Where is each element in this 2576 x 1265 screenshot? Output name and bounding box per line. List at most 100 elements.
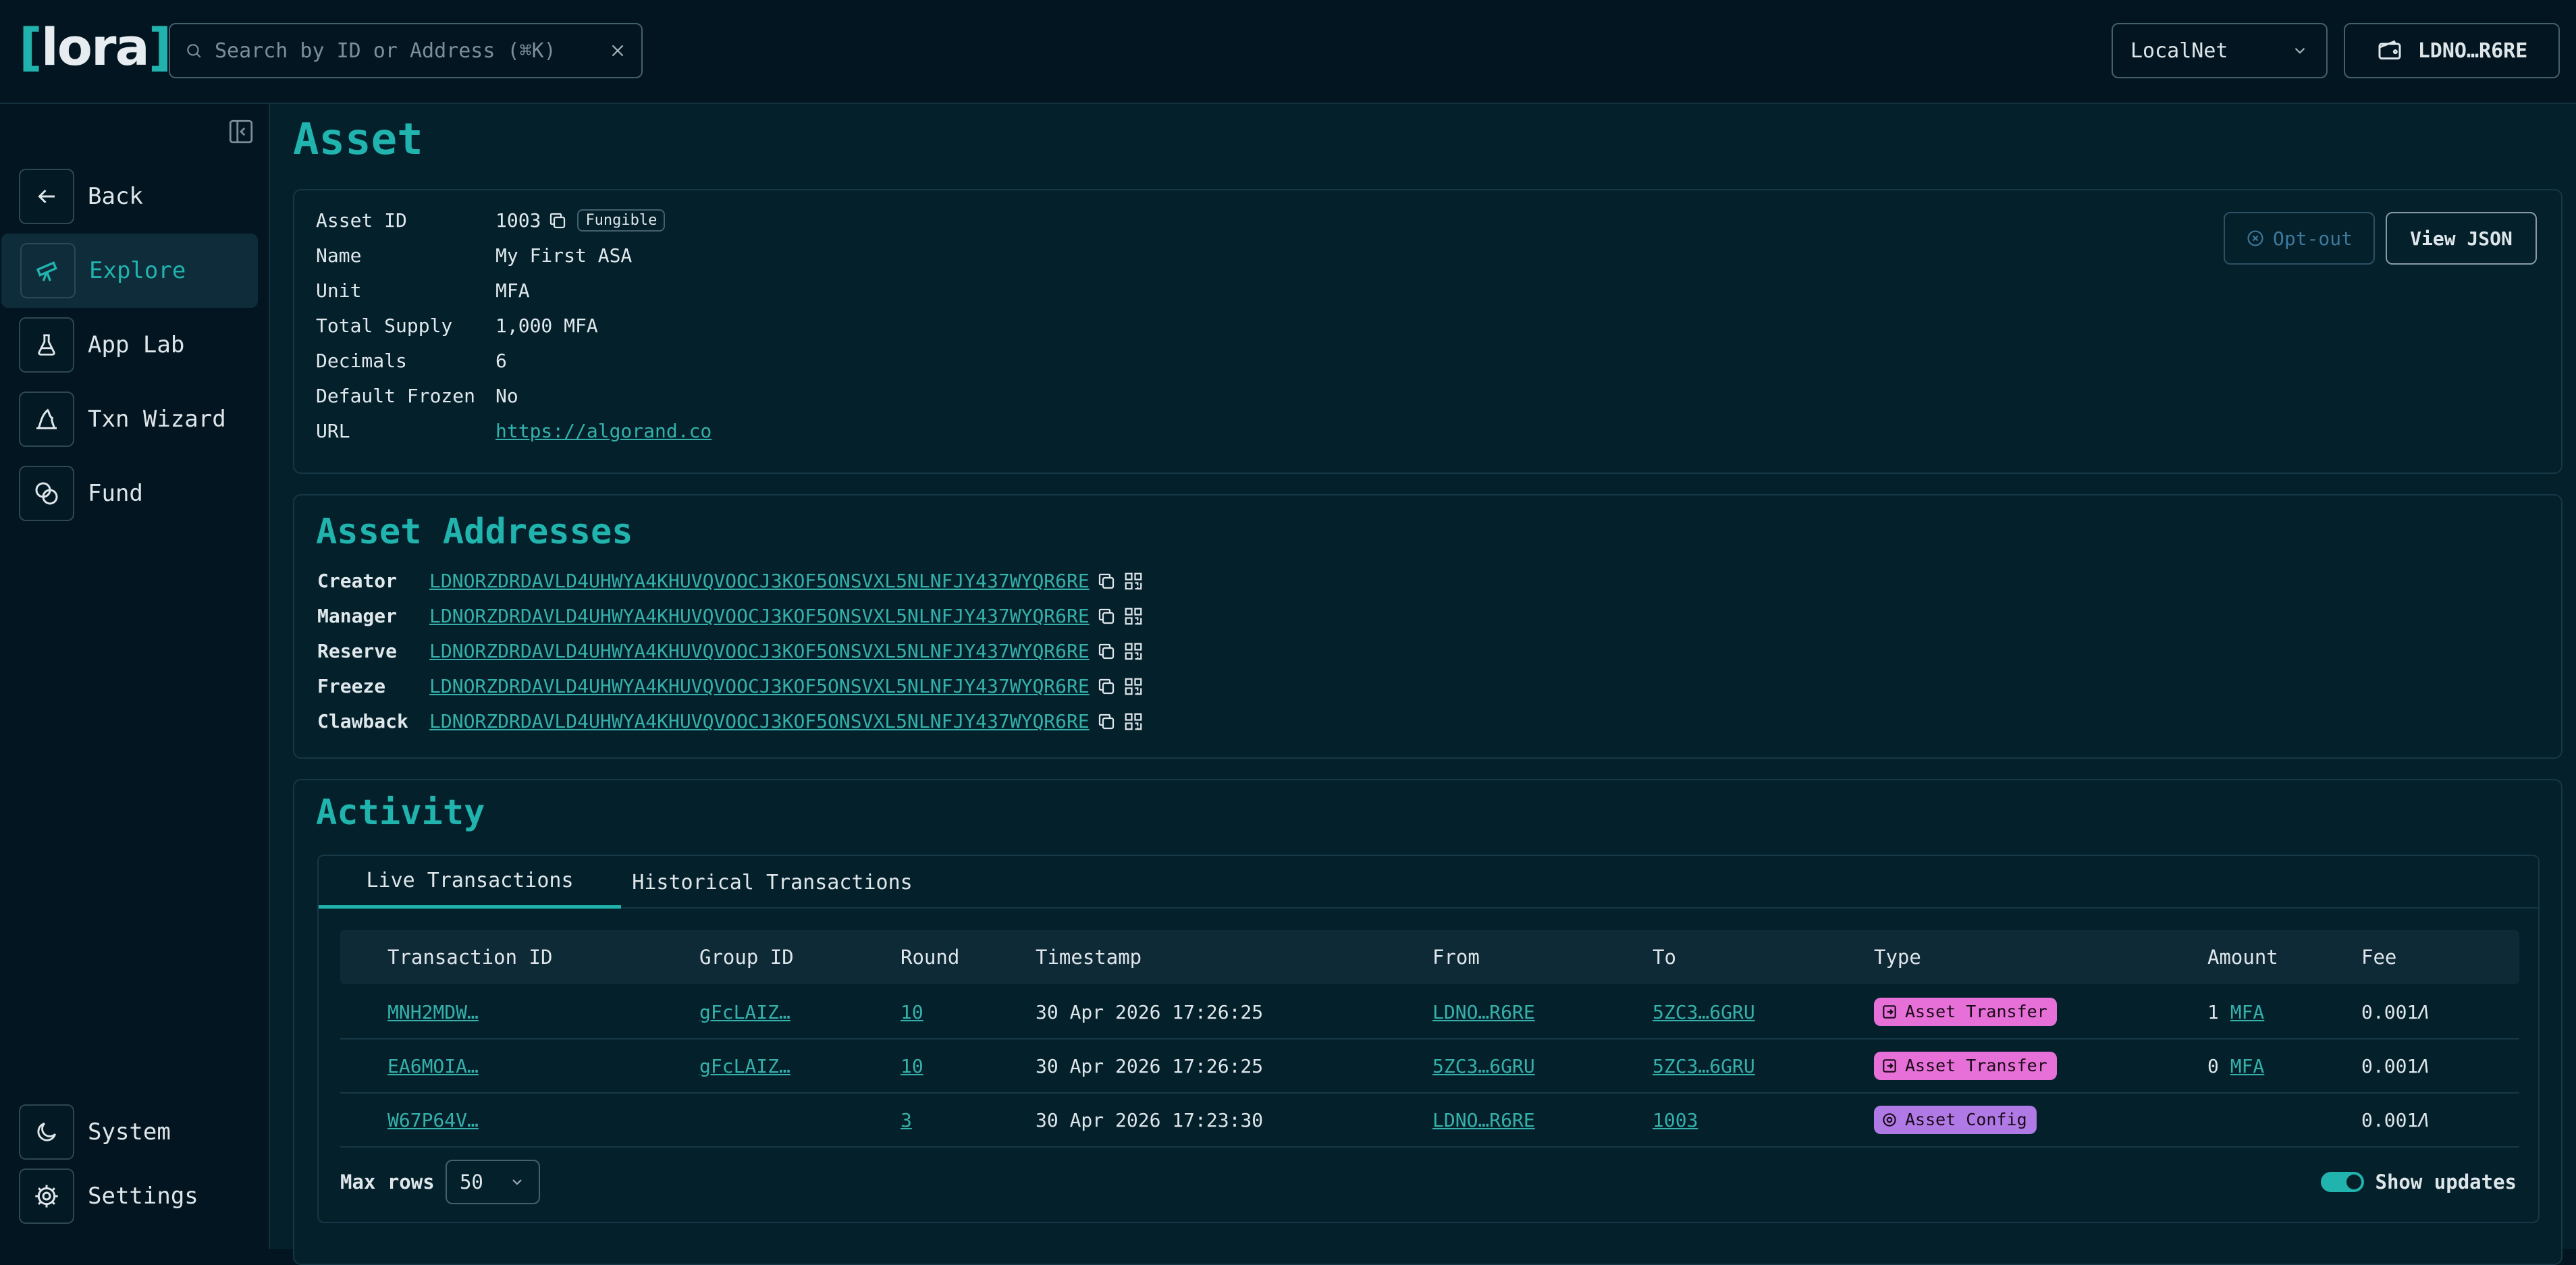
address-link[interactable]: LDNORZDRDAVLD4UHWYA4KHUVQVOOCJ3KOF5ONSVX…	[429, 640, 1090, 662]
to-link[interactable]: 5ZC3…6GRU	[1653, 986, 1755, 1040]
wallet-icon	[2378, 40, 2401, 60]
circle-x-icon	[2247, 230, 2263, 246]
sidebar-item-back[interactable]: Back	[0, 159, 259, 234]
round-link[interactable]: 10	[901, 986, 923, 1040]
asset-id-value: 1003	[495, 209, 541, 232]
address-label: Reserve	[317, 640, 398, 662]
wallet-address: LDNO…R6RE	[2417, 38, 2528, 63]
max-rows-label: Max rows	[340, 1170, 435, 1193]
sidebar-item-explore[interactable]: Explore	[1, 234, 258, 308]
round-link[interactable]: 3	[901, 1094, 912, 1148]
telescope-icon	[36, 261, 57, 281]
address-link[interactable]: LDNORZDRDAVLD4UHWYA4KHUVQVOOCJ3KOF5ONSVX…	[429, 710, 1090, 732]
amount-unit-link[interactable]: MFA	[2230, 1055, 2265, 1077]
asset-addresses-title: Asset Addresses	[316, 512, 633, 552]
amount-value: 0	[2207, 1055, 2219, 1077]
copy-icon[interactable]	[1096, 571, 1117, 591]
copy-icon[interactable]	[1096, 711, 1117, 732]
type-label: Asset Transfer	[1905, 1002, 2047, 1021]
amount-unit-link[interactable]: MFA	[2230, 1001, 2265, 1023]
algo-icon: Ʌ	[2418, 1001, 2430, 1023]
amount-value: 1	[2207, 1001, 2219, 1023]
type-label: Asset Config	[1905, 1110, 2027, 1129]
sidebar-item-txn-wizard[interactable]: Txn Wizard	[0, 382, 259, 456]
transfer-icon	[1883, 1005, 1896, 1019]
column-header: Group ID	[699, 946, 794, 969]
to-link[interactable]: 5ZC3…6GRU	[1653, 1040, 1755, 1094]
qr-code-icon[interactable]	[1123, 641, 1144, 662]
max-rows-select[interactable]: 50	[445, 1160, 540, 1204]
sidebar-item-system[interactable]: System	[0, 1095, 259, 1169]
from-link[interactable]: LDNO…R6RE	[1432, 986, 1535, 1040]
sidebar-item-app-lab[interactable]: App Lab	[0, 308, 259, 382]
address-label: Clawback	[317, 710, 408, 732]
address-link[interactable]: LDNORZDRDAVLD4UHWYA4KHUVQVOOCJ3KOF5ONSVX…	[429, 675, 1090, 697]
qr-code-icon[interactable]	[1123, 676, 1144, 697]
show-updates-toggle[interactable]	[2321, 1172, 2365, 1192]
sidebar-item-label: Fund	[88, 480, 143, 507]
address-label: Freeze	[317, 675, 386, 697]
qr-code-icon[interactable]	[1123, 711, 1144, 732]
from-link[interactable]: 5ZC3…6GRU	[1432, 1040, 1535, 1094]
activity-card: Activity Live Transactions Historical Tr…	[293, 779, 2562, 1265]
network-select[interactable]: LocalNet	[2112, 23, 2328, 78]
type-badge: Asset Transfer	[1874, 998, 2057, 1026]
decimals-label: Decimals	[316, 350, 407, 372]
chevron-down-icon	[2295, 47, 2305, 54]
sidebar-item-label: System	[88, 1119, 171, 1146]
max-rows-value: 50	[459, 1170, 483, 1193]
fee: 0.001Ʌ	[2361, 1094, 2430, 1148]
address-label: Creator	[317, 570, 398, 592]
column-header: Amount	[2207, 946, 2278, 969]
sidebar-icon-box	[19, 317, 74, 373]
unit-value: MFA	[495, 279, 530, 302]
search-input[interactable]: Search by ID or Address (⌘K)	[169, 23, 643, 78]
table-header: Transaction ID Group ID Round Timestamp …	[340, 930, 2519, 984]
sidebar-item-settings[interactable]: Settings	[0, 1159, 259, 1233]
activity-tabs: Live Transactions Historical Transaction…	[317, 855, 2540, 1223]
group-link[interactable]: gFcLAIZ…	[699, 986, 790, 1040]
to-link[interactable]: 1003	[1653, 1094, 1698, 1148]
round-link[interactable]: 10	[901, 1040, 923, 1094]
address-link[interactable]: LDNORZDRDAVLD4UHWYA4KHUVQVOOCJ3KOF5ONSVX…	[429, 605, 1090, 627]
transfer-icon	[1883, 1059, 1896, 1073]
lora-logo[interactable]: [lora]	[19, 20, 171, 74]
sidebar-icon-box	[19, 392, 74, 447]
collapse-sidebar-icon[interactable]	[227, 117, 255, 146]
sidebar-item-fund[interactable]: Fund	[0, 456, 259, 531]
view-json-button[interactable]: View JSON	[2386, 212, 2537, 265]
main-content: Asset Asset ID 1003 Fungible Name My Fir…	[270, 104, 2576, 1265]
url-link[interactable]: https://algorand.co	[495, 420, 712, 442]
address-link[interactable]: LDNORZDRDAVLD4UHWYA4KHUVQVOOCJ3KOF5ONSVX…	[429, 570, 1090, 592]
timestamp: 30 Apr 2026 17:26:25	[1036, 1001, 1264, 1023]
copy-icon[interactable]	[1096, 641, 1117, 662]
txid-link[interactable]: MNH2MDW…	[387, 986, 479, 1040]
copy-icon[interactable]	[547, 211, 568, 231]
sidebar-icon-box	[19, 1168, 74, 1224]
copy-icon[interactable]	[1096, 676, 1117, 697]
flask-icon	[38, 334, 55, 356]
table-row: W67P64V… 3 30 Apr 2026 17:23:30 LDNO…R6R…	[340, 1094, 2519, 1148]
sidebar: Back Explore App Lab Txn Wizard Fund Sys…	[0, 104, 270, 1249]
address-row-clawback: Clawback LDNORZDRDAVLD4UHWYA4KHUVQVOOCJ3…	[317, 710, 1144, 732]
column-header: Timestamp	[1036, 946, 1142, 969]
qr-code-icon[interactable]	[1123, 571, 1144, 591]
type-label: Asset Transfer	[1905, 1056, 2047, 1075]
close-icon[interactable]	[609, 42, 626, 59]
opt-out-button[interactable]: Opt-out	[2224, 212, 2375, 265]
column-header: Fee	[2361, 946, 2397, 969]
type-badge: Asset Config	[1874, 1106, 2037, 1134]
search-icon	[187, 44, 201, 58]
qr-code-icon[interactable]	[1123, 606, 1144, 626]
group-link[interactable]: gFcLAIZ…	[699, 1040, 790, 1094]
tab-historical-transactions[interactable]: Historical Transactions	[621, 856, 923, 909]
from-link[interactable]: LDNO…R6RE	[1432, 1094, 1535, 1148]
wallet-button[interactable]: LDNO…R6RE	[2344, 23, 2560, 78]
address-row-creator: Creator LDNORZDRDAVLD4UHWYA4KHUVQVOOCJ3K…	[317, 570, 1144, 592]
column-header: To	[1653, 946, 1676, 969]
txid-link[interactable]: W67P64V…	[387, 1094, 479, 1148]
tab-live-transactions[interactable]: Live Transactions	[319, 856, 621, 909]
amount: 1 MFA	[2207, 986, 2264, 1040]
txid-link[interactable]: EA6MOIA…	[387, 1040, 479, 1094]
copy-icon[interactable]	[1096, 606, 1117, 626]
